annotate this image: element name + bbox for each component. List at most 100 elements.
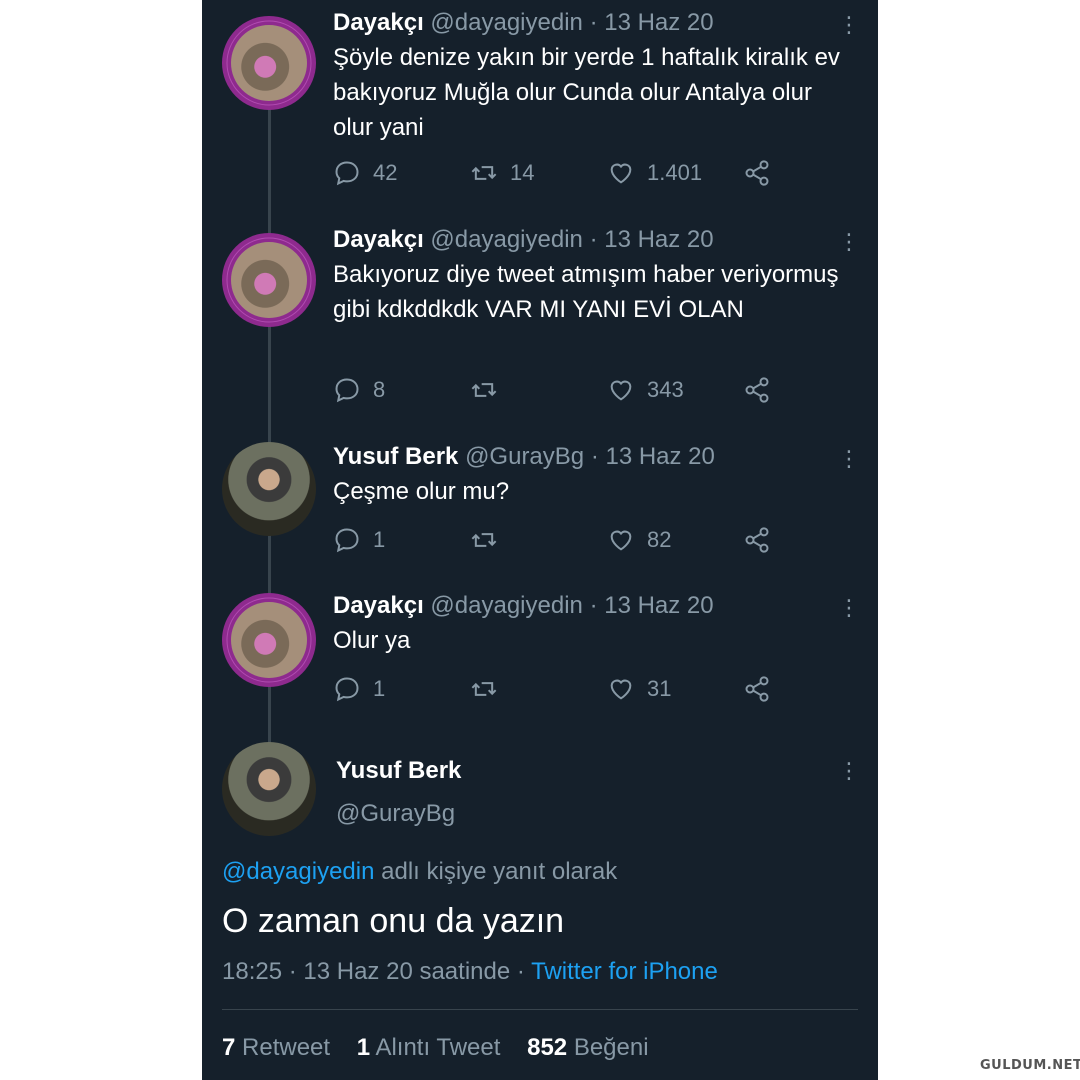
- retweet-stat-label: Retweet: [242, 1034, 331, 1061]
- share-icon: [745, 527, 769, 553]
- more-icon[interactable]: ⋮: [838, 229, 860, 255]
- quote-stat[interactable]: 1 Alıntı Tweet: [357, 1034, 501, 1061]
- tweet-date: · 13 Haz 20: [590, 443, 715, 470]
- retweet-icon: [471, 383, 497, 397]
- like-stat[interactable]: 852 Beğeni: [527, 1034, 648, 1061]
- more-icon[interactable]: ⋮: [838, 446, 860, 472]
- reply-button[interactable]: 8: [333, 375, 385, 405]
- reply-count: 1: [373, 676, 386, 701]
- tweet-2[interactable]: Dayakçı @dayagiyedin · 13 Haz 20 ⋮ Bakıy…: [202, 225, 878, 415]
- more-icon[interactable]: ⋮: [838, 595, 860, 621]
- reply-button[interactable]: 42: [333, 158, 397, 188]
- tweet-actions: 8 343: [333, 375, 793, 405]
- reply-count: 8: [373, 377, 386, 402]
- retweet-button[interactable]: [470, 525, 510, 555]
- tweet-header: Dayakçı @dayagiyedin · 13 Haz 20: [333, 591, 714, 621]
- retweet-button[interactable]: 14: [470, 158, 534, 188]
- avatar[interactable]: [222, 742, 316, 836]
- author-name[interactable]: Dayakçı: [333, 226, 424, 253]
- retweet-stat[interactable]: 7 Retweet: [222, 1034, 330, 1061]
- tweet-meta: 18:25 · 13 Haz 20 saatinde · Twitter for…: [222, 958, 718, 986]
- like-total: 852: [527, 1034, 568, 1061]
- tweet-text: O zaman onu da yazın: [222, 902, 565, 940]
- tweet-actions: 1 31: [333, 674, 793, 704]
- reply-icon: [335, 528, 359, 553]
- quote-stat-label: Alıntı Tweet: [375, 1034, 501, 1061]
- like-button[interactable]: 82: [607, 525, 671, 555]
- tweet-actions: 42 14 1.401: [333, 158, 793, 188]
- avatar[interactable]: [222, 442, 316, 536]
- replying-to: @dayagiyedin adlı kişiye yanıt olarak: [222, 858, 617, 886]
- like-icon: [610, 530, 632, 551]
- reply-button[interactable]: 1: [333, 674, 385, 704]
- share-icon: [745, 676, 769, 702]
- share-button[interactable]: [743, 674, 771, 704]
- share-button[interactable]: [743, 375, 771, 405]
- like-icon: [610, 163, 632, 184]
- reply-count: 42: [373, 160, 398, 185]
- timestamp: 18:25 · 13 Haz 20 saatinde ·: [222, 958, 532, 985]
- like-count: 343: [647, 377, 684, 402]
- tweet-date: · 13 Haz 20: [589, 226, 714, 253]
- tweet-actions: 1 82: [333, 525, 793, 555]
- like-count: 82: [647, 527, 672, 552]
- tweet-text: Bakıyoruz diye tweet atmışım haber veriy…: [333, 261, 839, 323]
- watermark: GULDUM.NET: [980, 1058, 1080, 1073]
- twitter-thread: Dayakçı @dayagiyedin · 13 Haz 20 ⋮ Şöyle…: [202, 0, 878, 1080]
- like-icon: [610, 380, 632, 401]
- reply-icon: [335, 161, 359, 186]
- tweet-text: Şöyle denize yakın bir yerde 1 haftalık …: [333, 44, 840, 141]
- reply-icon: [335, 677, 359, 702]
- retweet-button[interactable]: [470, 375, 510, 405]
- author-name[interactable]: Dayakçı: [333, 592, 424, 619]
- more-icon[interactable]: ⋮: [838, 758, 860, 784]
- more-icon[interactable]: ⋮: [838, 12, 860, 38]
- author-handle[interactable]: @dayagiyedin: [430, 226, 582, 253]
- focused-tweet: Yusuf Berk @GurayBg ⋮ @dayagiyedin adlı …: [202, 742, 878, 1080]
- retweet-icon: [471, 533, 497, 547]
- reply-target-link[interactable]: @dayagiyedin: [222, 858, 374, 885]
- tweet-date: · 13 Haz 20: [589, 9, 714, 36]
- avatar[interactable]: [222, 16, 316, 110]
- tweet-date: · 13 Haz 20: [589, 592, 714, 619]
- divider: [222, 1009, 858, 1010]
- author-name[interactable]: Yusuf Berk: [333, 443, 458, 470]
- retweet-icon: [471, 682, 497, 696]
- replying-label: adlı kişiye yanıt olarak: [374, 858, 618, 885]
- retweet-total: 7: [222, 1034, 236, 1061]
- tweet-3[interactable]: Yusuf Berk @GurayBg · 13 Haz 20 ⋮ Çeşme …: [202, 442, 878, 562]
- retweet-icon: [471, 166, 497, 180]
- like-count: 31: [647, 676, 672, 701]
- retweet-button[interactable]: [470, 674, 510, 704]
- source-link[interactable]: Twitter for iPhone: [531, 958, 718, 985]
- tweet-4[interactable]: Dayakçı @dayagiyedin · 13 Haz 20 ⋮ Olur …: [202, 591, 878, 711]
- reply-button[interactable]: 1: [333, 525, 385, 555]
- tweet-header: Yusuf Berk @GurayBg · 13 Haz 20: [333, 442, 715, 472]
- avatar[interactable]: [222, 593, 316, 687]
- like-icon: [610, 679, 632, 700]
- author-name[interactable]: Yusuf Berk: [336, 757, 461, 785]
- author-handle[interactable]: @GurayBg: [336, 800, 455, 828]
- share-button[interactable]: [743, 158, 771, 188]
- tweet-header: Dayakçı @dayagiyedin · 13 Haz 20: [333, 225, 714, 255]
- avatar[interactable]: [222, 233, 316, 327]
- tweet-text: Çeşme olur mu?: [333, 478, 510, 505]
- like-button[interactable]: 31: [607, 674, 671, 704]
- author-handle[interactable]: @dayagiyedin: [430, 9, 582, 36]
- tweet-text: Olur ya: [333, 627, 411, 654]
- share-button[interactable]: [743, 525, 771, 555]
- tweet-stats: 7 Retweet 1 Alıntı Tweet 852 Beğeni: [222, 1034, 649, 1062]
- like-button[interactable]: 1.401: [607, 158, 702, 188]
- share-icon: [745, 160, 769, 186]
- like-button[interactable]: 343: [607, 375, 684, 405]
- like-count: 1.401: [647, 160, 703, 185]
- share-icon: [745, 377, 769, 403]
- retweet-count: 14: [510, 160, 535, 185]
- author-name[interactable]: Dayakçı: [333, 9, 424, 36]
- tweet-1[interactable]: Dayakçı @dayagiyedin · 13 Haz 20 ⋮ Şöyle…: [202, 8, 878, 198]
- author-handle[interactable]: @dayagiyedin: [430, 592, 582, 619]
- tweet-header: Dayakçı @dayagiyedin · 13 Haz 20: [333, 8, 714, 38]
- author-handle[interactable]: @GurayBg: [465, 443, 584, 470]
- like-stat-label: Beğeni: [573, 1034, 649, 1061]
- reply-icon: [335, 378, 359, 403]
